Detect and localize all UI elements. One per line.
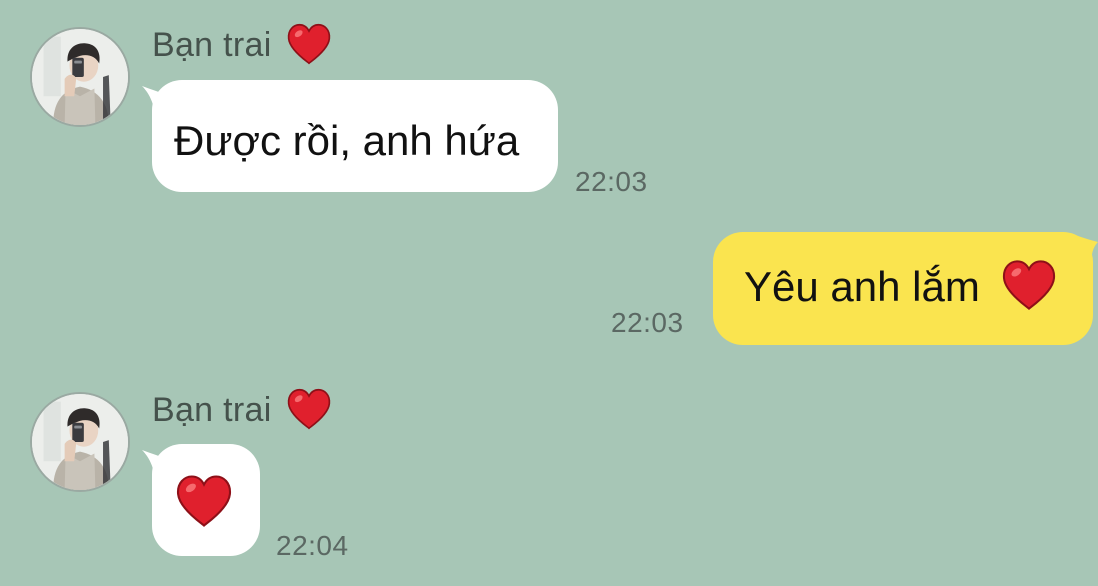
message-text: Yêu anh lắm: [744, 262, 980, 310]
heart-icon: [1002, 259, 1056, 311]
avatar[interactable]: [30, 27, 130, 127]
message-bubble[interactable]: Yêu anh lắm: [713, 232, 1093, 345]
sender-name: Bạn trai: [152, 26, 331, 65]
message-timestamp: 22:03: [575, 166, 648, 197]
message-bubble[interactable]: [152, 444, 260, 556]
sender-name-label: Bạn trai: [152, 26, 272, 64]
message-text: Được rồi, anh hứa: [174, 116, 520, 164]
message-timestamp: 22:03: [611, 307, 684, 338]
heart-icon: [287, 388, 331, 430]
bubble-tail: [1078, 236, 1098, 276]
message-timestamp: 22:04: [276, 530, 349, 561]
sender-name: Bạn trai: [152, 391, 331, 430]
message-bubble[interactable]: Được rồi, anh hứa: [152, 80, 558, 192]
avatar[interactable]: [30, 392, 130, 492]
heart-icon: [287, 23, 331, 65]
heart-icon: [176, 474, 232, 528]
sender-name-label: Bạn trai: [152, 391, 272, 429]
